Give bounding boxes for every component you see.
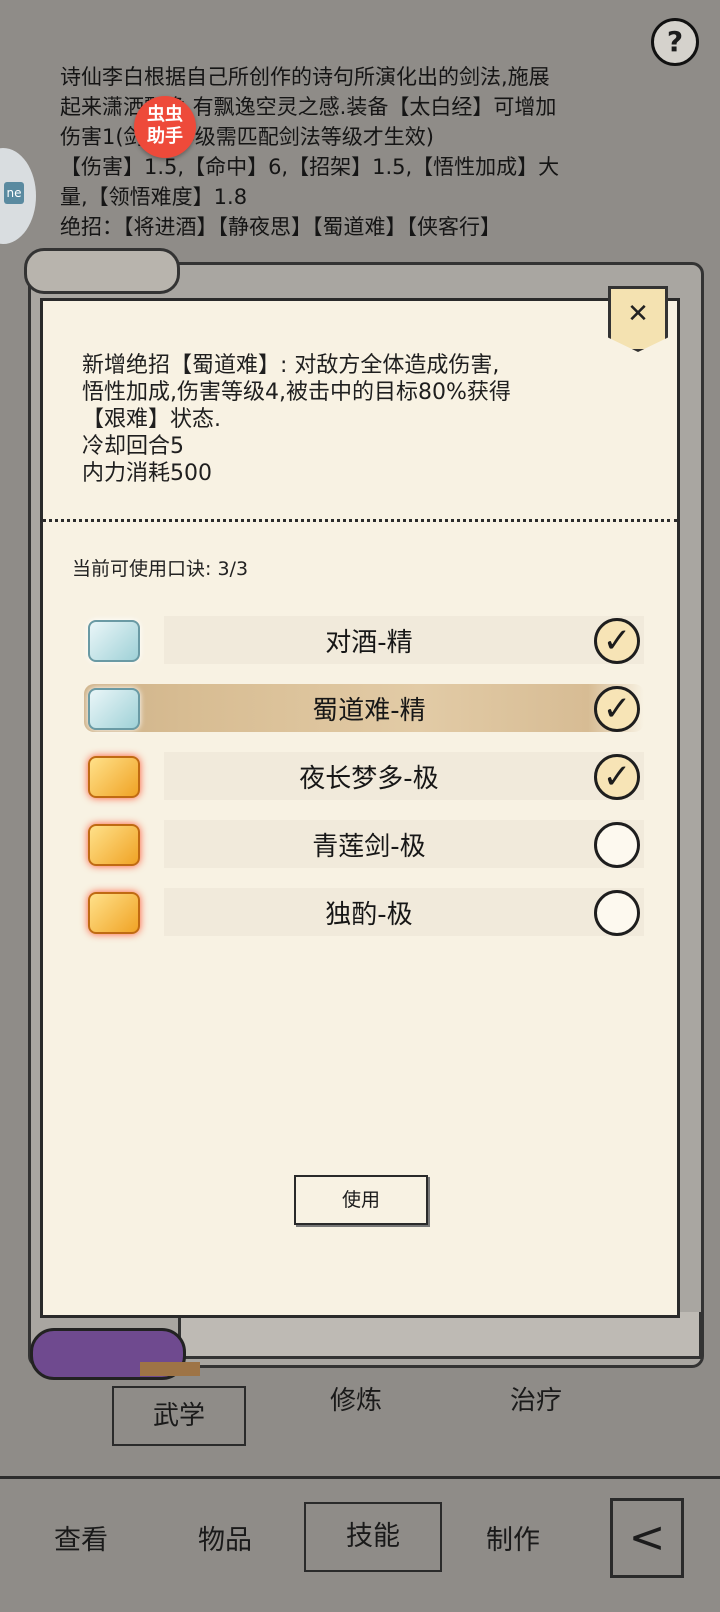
gold-scroll-icon (88, 892, 140, 934)
description-line: 诗仙李白根据自己所创作的诗句所演化出的剑法,施展 (60, 65, 550, 89)
desc-line: 悟性加成,伤害等级4,被击中的目标80%获得 (82, 380, 511, 405)
silver-scroll-icon (88, 620, 140, 662)
item-name: 青莲剑-极 (312, 832, 426, 862)
scroll-roll-top (24, 248, 180, 294)
badge-line: 助手 (147, 126, 183, 147)
badge-line: 虫虫 (147, 104, 183, 125)
item-name: 夜长梦多-极 (299, 764, 439, 794)
list-item-selected[interactable]: 蜀道难-精 ✓ (84, 678, 644, 740)
item-name: 蜀道难-精 (312, 696, 426, 726)
nav-view[interactable]: 查看 (54, 1518, 108, 1557)
help-button[interactable]: ? (651, 18, 699, 66)
list-item[interactable]: 夜长梦多-极 ✓ (84, 746, 644, 808)
desc-line: 新增绝招【蜀道难】: 对敌方全体造成伤害, (82, 353, 500, 378)
tab-martial-arts[interactable]: 武学 (112, 1386, 246, 1446)
nav-craft[interactable]: 制作 (486, 1518, 540, 1557)
use-button[interactable]: 使用 (294, 1175, 428, 1225)
list-item[interactable]: 青莲剑-极 (84, 814, 644, 876)
empty-check-circle[interactable] (594, 890, 640, 936)
scroll-page-edge (178, 1312, 702, 1359)
gold-scroll-icon (88, 824, 140, 866)
description-line: 【伤害】1.5,【命中】6,【招架】1.5,【悟性加成】大 (60, 155, 560, 179)
gold-scroll-icon (88, 756, 140, 798)
scroll-roll-wood (140, 1362, 200, 1376)
nav-items[interactable]: 物品 (198, 1518, 252, 1557)
desc-line: 冷却回合5 (82, 434, 184, 459)
desc-line: 【艰难】状态. (82, 407, 221, 432)
tab-training[interactable]: 修炼 (330, 1380, 382, 1417)
item-name: 独酌-极 (325, 900, 413, 930)
check-icon[interactable]: ✓ (594, 754, 640, 800)
check-icon[interactable]: ✓ (594, 686, 640, 732)
side-float-label: ne (4, 182, 24, 204)
available-label: 当前可使用口诀: (72, 558, 212, 580)
list-item[interactable]: 对酒-精 ✓ (84, 610, 644, 672)
side-float-icon[interactable]: ne (0, 148, 36, 244)
nav-skills[interactable]: 技能 (304, 1502, 442, 1572)
tab-healing[interactable]: 治疗 (510, 1380, 562, 1417)
description-line: 绝招：【将进酒】【静夜思】【蜀道难】【侠客行】 (60, 215, 501, 239)
silver-scroll-icon (88, 688, 140, 730)
available-value: 3/3 (217, 558, 249, 580)
empty-check-circle[interactable] (594, 822, 640, 868)
assistant-badge[interactable]: 虫虫 助手 (134, 96, 196, 158)
desc-line: 内力消耗500 (82, 461, 212, 486)
back-button[interactable]: < (610, 1498, 684, 1578)
description-line: 量,【领悟难度】1.8 (60, 185, 248, 209)
item-name: 对酒-精 (325, 628, 413, 658)
divider (42, 519, 678, 522)
new-move-description: 新增绝招【蜀道难】: 对敌方全体造成伤害, 悟性加成,伤害等级4,被击中的目标8… (82, 352, 662, 487)
check-icon[interactable]: ✓ (594, 618, 640, 664)
list-item[interactable]: 独酌-极 (84, 882, 644, 944)
available-count: 当前可使用口诀: 3/3 (72, 554, 248, 581)
